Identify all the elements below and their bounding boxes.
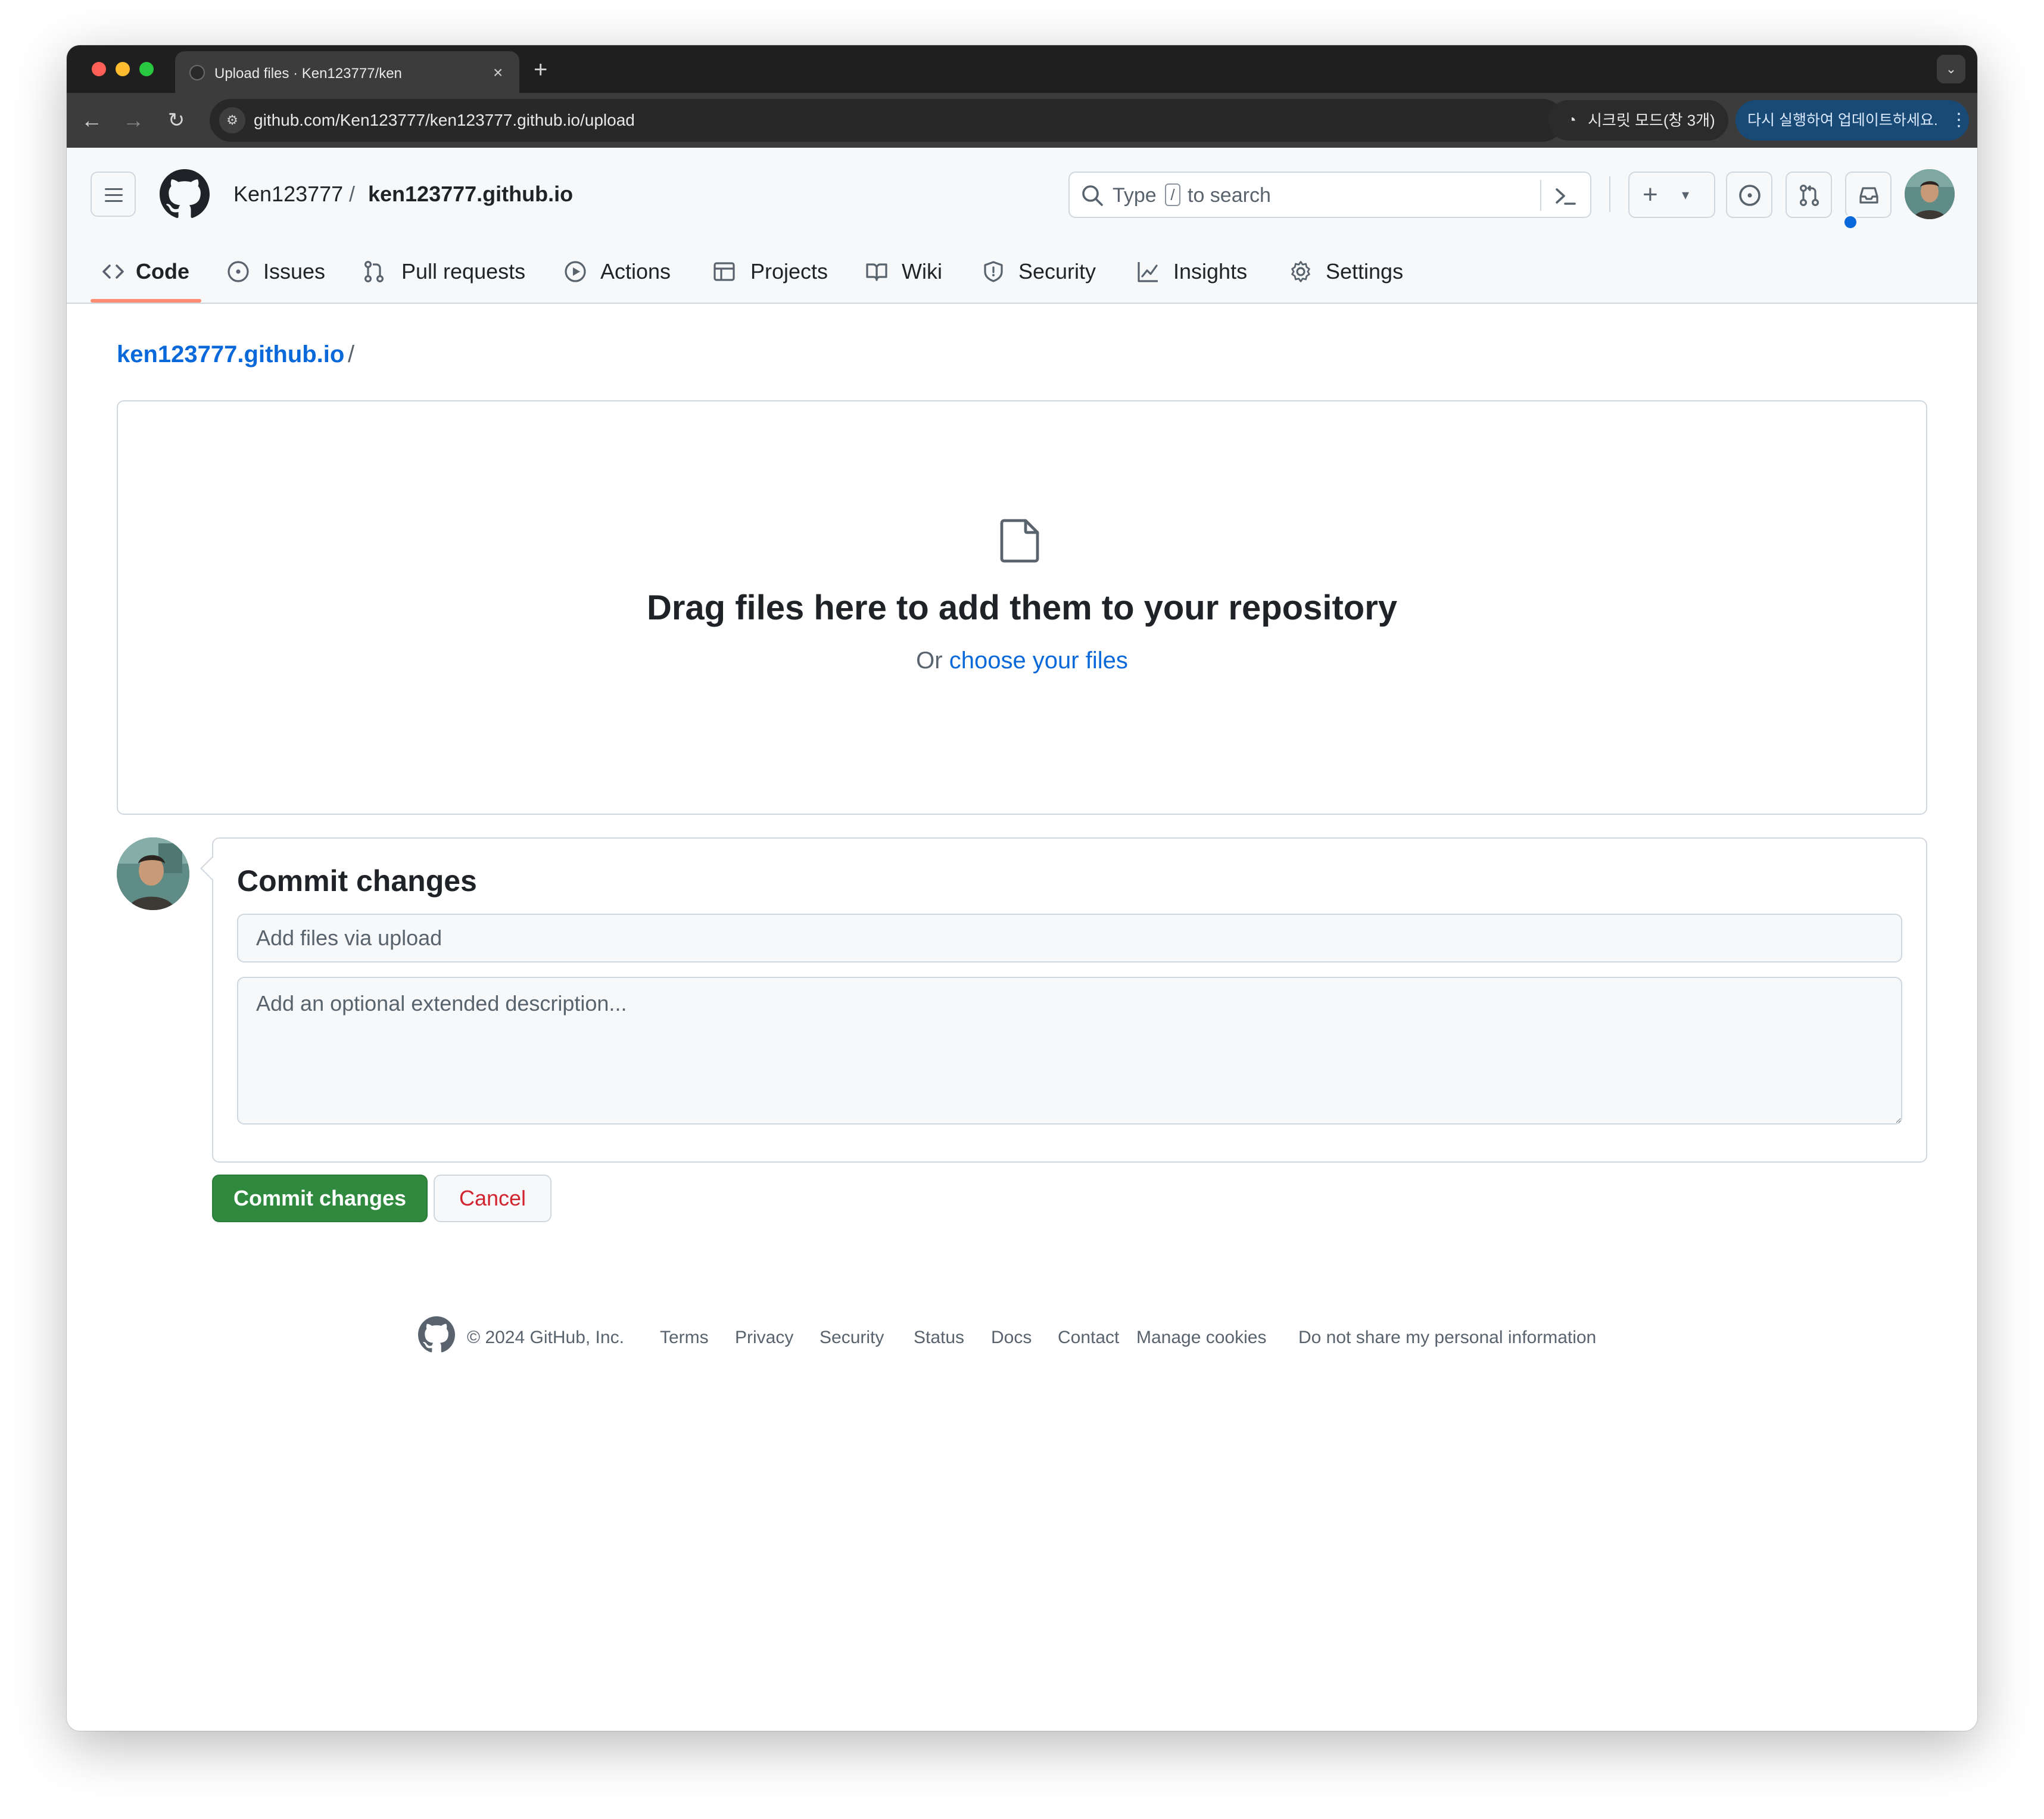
hamburger-menu-button[interactable] (91, 172, 136, 217)
search-divider (1540, 180, 1541, 211)
desktop-backdrop: Upload files · Ken123777/ken × + ⌄ ← → ↻… (0, 0, 2044, 1819)
path-repo-link[interactable]: ken123777.github.io (117, 339, 344, 369)
commit-form-title: Commit changes (237, 864, 477, 898)
site-info-icon[interactable]: ⚙ (219, 107, 245, 133)
footer-link-privacy[interactable]: Privacy (735, 1326, 793, 1350)
footer-link-contact[interactable]: Contact (1058, 1326, 1119, 1350)
breadcrumb-repo[interactable]: ken123777.github.io (368, 181, 573, 207)
drop-zone-subtitle: Or choose your files (118, 646, 1926, 675)
close-window-button[interactable] (92, 62, 106, 76)
commit-form: Commit changes (200, 837, 1927, 1163)
tab-wiki-label: Wiki (902, 259, 942, 284)
plus-icon[interactable]: + (534, 49, 547, 91)
github-favicon-icon (189, 65, 205, 80)
path-separator: / (348, 341, 355, 367)
search-placeholder-prefix: Type (1113, 184, 1157, 207)
issues-button[interactable] (1726, 172, 1772, 218)
triangle-down-icon: ▾ (1682, 187, 1690, 203)
incognito-chip[interactable]: ◔ 시크릿 모드(창 3개) (1548, 100, 1728, 141)
incognito-icon: ◔ (1567, 111, 1576, 129)
update-chip[interactable]: 다시 실행하여 업데이트하세요. ⋮ (1735, 100, 1969, 141)
update-label: 다시 실행하여 업데이트하세요. (1747, 112, 1938, 129)
tab-issues-label: Issues (263, 259, 326, 284)
choose-files-link[interactable]: choose your files (949, 647, 1128, 674)
pull-requests-button[interactable] (1786, 172, 1832, 218)
footer-link-security[interactable]: Security (820, 1326, 884, 1350)
active-tab-underline (91, 299, 201, 303)
search-icon (1082, 185, 1103, 206)
footer-link-docs[interactable]: Docs (991, 1326, 1032, 1350)
drop-zone-or: Or (916, 647, 943, 674)
back-arrow-icon[interactable]: ← (77, 106, 106, 135)
inbox-icon (1859, 187, 1878, 204)
create-new-button[interactable]: + ▾ (1628, 172, 1715, 218)
page-footer: © 2024 GitHub, Inc. Terms Privacy Securi… (67, 1313, 1977, 1360)
notifications-button[interactable] (1845, 172, 1892, 218)
committer-avatar (117, 837, 189, 910)
file-drop-zone[interactable]: Drag files here to add them to your repo… (117, 400, 1927, 815)
slash-key-hint: / (1165, 183, 1180, 206)
browser-toolbar: ← → ↻ ⚙ github.com/Ken123777/ken123777.g… (67, 93, 1977, 148)
header-divider (1609, 176, 1610, 212)
tab-actions-label: Actions (600, 259, 671, 284)
footer-link-manage-cookies[interactable]: Manage cookies (1136, 1326, 1266, 1350)
commit-form-pointer (200, 856, 224, 880)
drop-zone-title: Drag files here to add them to your repo… (646, 588, 1398, 627)
search-placeholder-suffix: to search (1188, 184, 1271, 207)
footer-link-terms[interactable]: Terms (660, 1326, 709, 1350)
issue-opened-icon (1739, 185, 1761, 206)
tab-title: Upload files · Ken123777/ken (214, 66, 402, 82)
shield-icon (984, 261, 1003, 282)
forward-arrow-icon[interactable]: → (119, 106, 148, 135)
incognito-label: 시크릿 모드(창 3개) (1588, 111, 1715, 129)
footer-link-status[interactable]: Status (914, 1326, 964, 1350)
footer-copyright: © 2024 GitHub, Inc. (467, 1328, 624, 1347)
breadcrumb-owner[interactable]: Ken123777 (233, 181, 343, 207)
gear-icon (1291, 261, 1310, 282)
new-tab-button: + (466, 49, 561, 91)
notification-indicator (1843, 214, 1858, 230)
commit-changes-button[interactable]: Commit changes (212, 1175, 428, 1222)
kebab-menu-icon[interactable]: ⋮ (1950, 108, 1968, 132)
tab-code-label: Code (136, 259, 189, 284)
commit-summary-input[interactable] (237, 914, 1902, 963)
repo-navigation: Code Issues Pull requests Actions Projec… (67, 242, 1977, 303)
github-logo-icon[interactable] (160, 169, 210, 219)
commit-description-textarea[interactable] (237, 977, 1902, 1125)
address-bar[interactable]: ⚙ github.com/Ken123777/ken123777.github.… (210, 99, 1657, 142)
git-pull-request-icon (1799, 184, 1819, 207)
tab-pull-requests-label: Pull requests (401, 259, 526, 284)
cancel-button[interactable]: Cancel (434, 1175, 551, 1222)
issue-icon (228, 261, 249, 282)
tab-insights-label: Insights (1173, 259, 1248, 284)
tab-search-button[interactable]: ⌄ (1937, 55, 1965, 83)
play-icon (565, 261, 586, 282)
table-icon (713, 262, 735, 281)
github-logo-icon[interactable] (418, 1316, 455, 1353)
command-palette-icon[interactable] (1550, 180, 1582, 212)
maximize-window-button[interactable] (139, 62, 154, 76)
browser-window: Upload files · Ken123777/ken × + ⌄ ← → ↻… (67, 45, 1977, 1731)
tab-security-label: Security (1018, 259, 1096, 284)
user-avatar[interactable] (1905, 169, 1955, 219)
graph-icon (1138, 262, 1158, 282)
tab-strip: Upload files · Ken123777/ken × + ⌄ (67, 45, 1977, 93)
footer-link-do-not-share[interactable]: Do not share my personal information (1298, 1326, 1596, 1350)
url-text[interactable]: github.com/Ken123777/ken123777.github.io… (254, 110, 635, 131)
plus-icon: + (1643, 180, 1658, 209)
file-icon (1000, 519, 1039, 563)
code-icon (102, 264, 124, 279)
breadcrumb-separator: / (349, 182, 356, 206)
minimize-window-button[interactable] (116, 62, 130, 76)
book-icon (866, 263, 887, 281)
tab-projects-label: Projects (750, 259, 828, 284)
tab-settings-label: Settings (1326, 259, 1404, 284)
github-header: Ken123777 / ken123777.github.io Type / t… (67, 148, 1977, 304)
search-input[interactable]: Type / to search (1068, 172, 1591, 218)
pull-request-icon (364, 260, 384, 283)
reload-icon[interactable]: ↻ (162, 106, 191, 135)
